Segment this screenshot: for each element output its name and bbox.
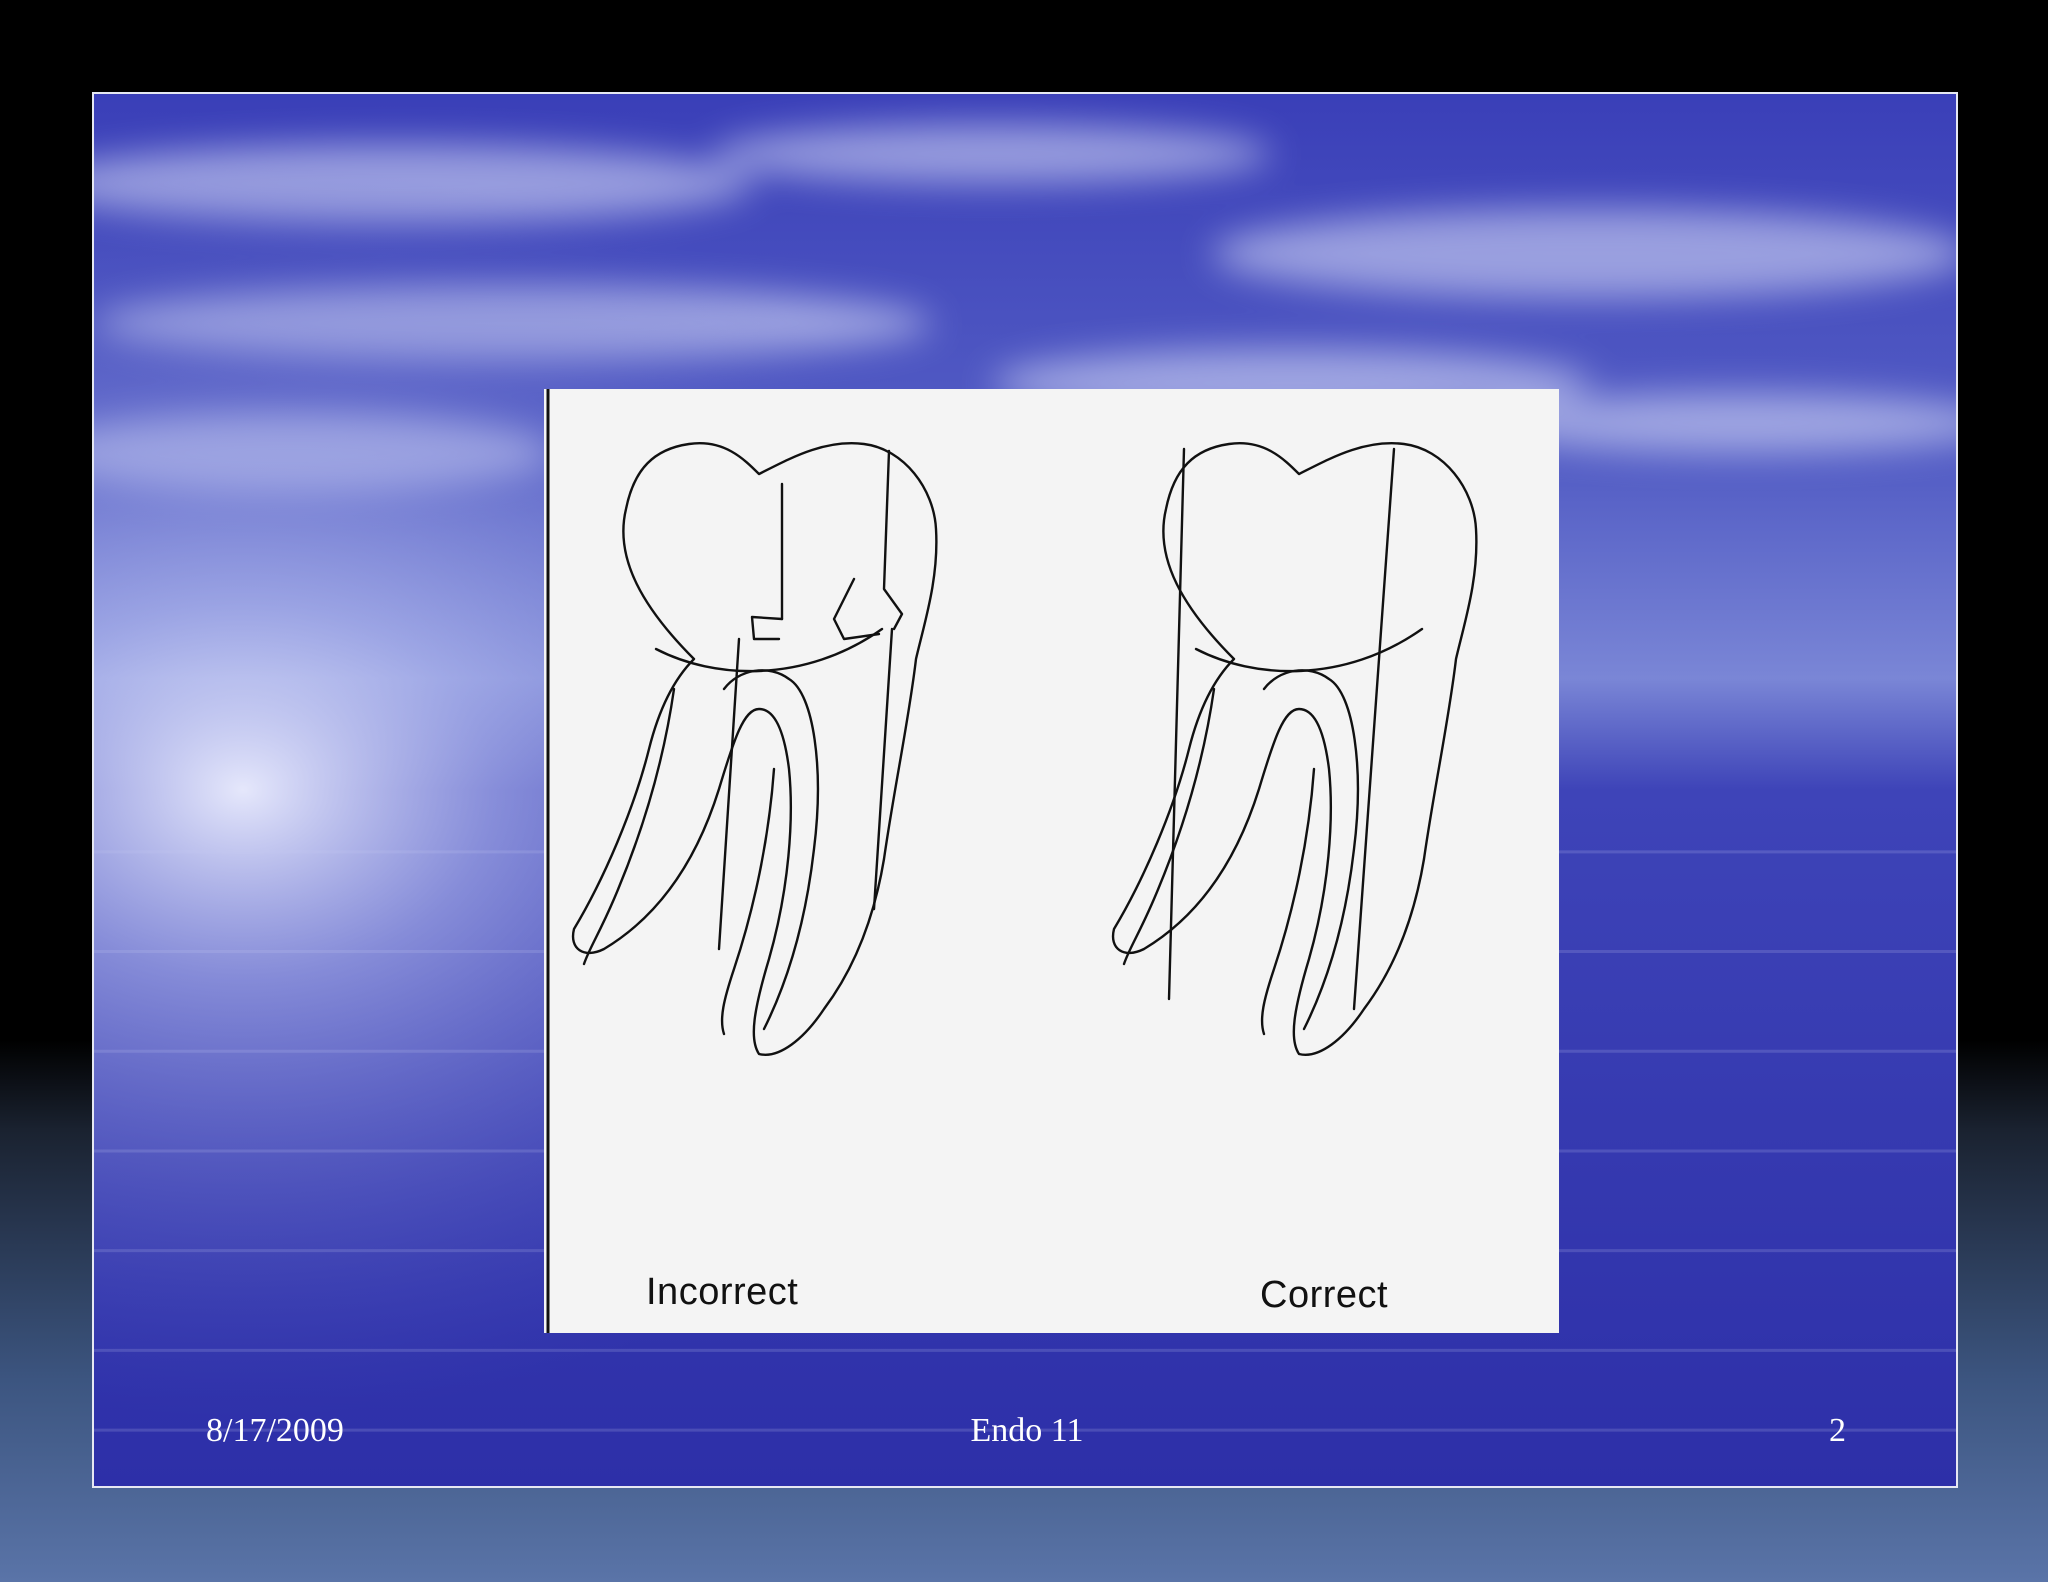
slide: Incorrect Correct 8/17/2009 Endo 11 2 [92, 92, 1958, 1488]
tooth-drawings [546, 389, 1478, 1333]
incorrect-label: Incorrect [646, 1271, 799, 1313]
correct-access-lines [1167, 447, 1396, 1011]
incorrect-tooth-outline [571, 442, 938, 1056]
footer-page-number: 2 [1829, 1412, 1846, 1449]
tooth-diagram-figure: Incorrect Correct [544, 389, 1559, 1333]
correct-tooth-outline [1111, 442, 1478, 1056]
footer-title: Endo 11 [970, 1412, 1084, 1449]
correct-label: Correct [1260, 1274, 1389, 1316]
